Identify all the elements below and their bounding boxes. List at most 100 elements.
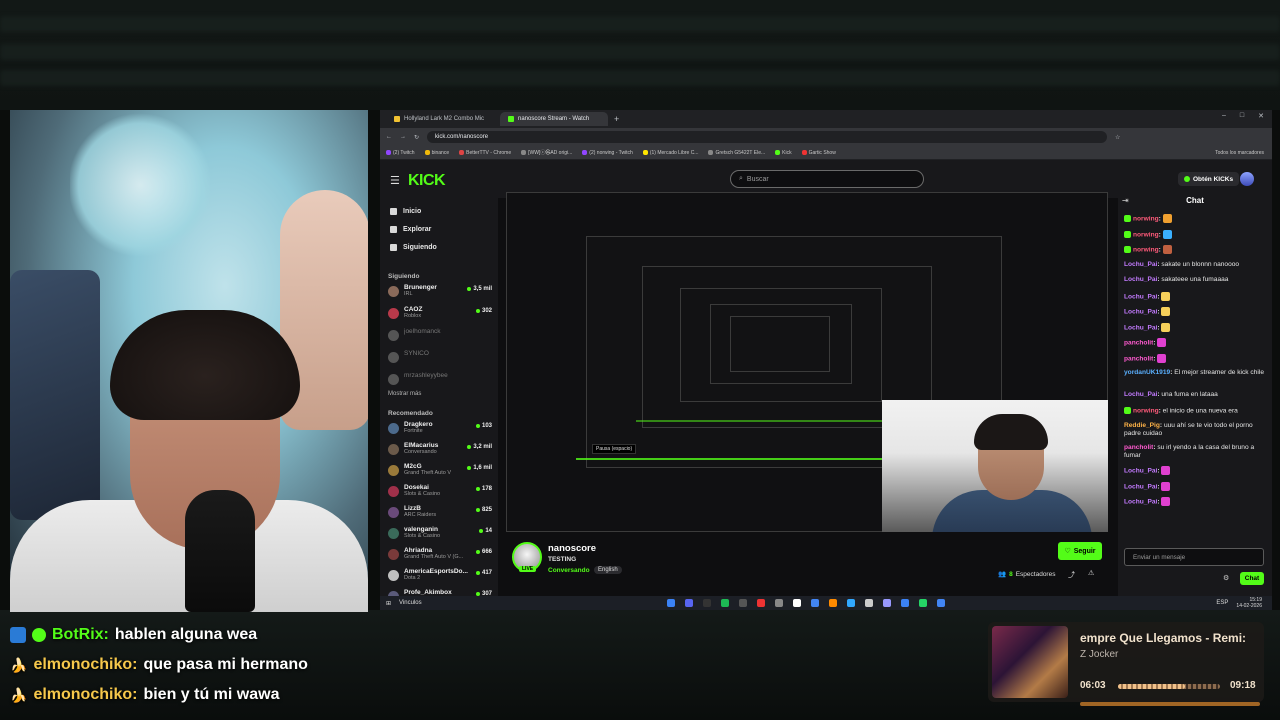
sidebar-channel-item[interactable]: mrzashleyybee xyxy=(388,372,492,390)
tab-hollyland[interactable]: Hollyland Lark M2 Combo Mic xyxy=(386,112,494,126)
bookmark-item-all[interactable]: Todos los marcadores xyxy=(1215,150,1264,156)
kick-logo[interactable]: KICK xyxy=(408,172,446,190)
nav-explore[interactable]: Explorar xyxy=(390,226,431,233)
chat-username[interactable]: Lochu_Pai xyxy=(1124,324,1157,331)
chat-username[interactable]: Lochu_Pai xyxy=(1124,467,1157,474)
stream-category[interactable]: Conversando xyxy=(548,567,590,574)
app-icon[interactable] xyxy=(774,599,783,607)
chat-input[interactable]: Enviar un mensaje xyxy=(1124,548,1264,566)
user-avatar[interactable] xyxy=(1240,172,1254,186)
sidebar-channel-item[interactable]: Dragkero Fortnite 103 xyxy=(388,421,492,439)
reload-icon[interactable]: ↻ xyxy=(414,134,419,141)
bookmark-item[interactable]: (2) norwing - Twitch xyxy=(582,150,633,156)
app-icon[interactable] xyxy=(864,599,873,607)
start-icon[interactable]: ⊞ xyxy=(386,600,391,607)
app-icon[interactable] xyxy=(756,599,765,607)
chat-username[interactable]: norwing xyxy=(1133,215,1159,222)
bookmark-item[interactable]: BetterTTV - Chrome xyxy=(459,150,511,156)
chat-username[interactable]: Lochu_Pai xyxy=(1124,261,1157,268)
bookmark-item[interactable]: [WW]ⓒ㉿AD origi... xyxy=(521,149,572,156)
chat-username[interactable]: Lochu_Pai xyxy=(1124,293,1157,300)
show-more-link[interactable]: Mostrar más xyxy=(388,391,421,397)
sidebar-channel-item[interactable]: Brunenger IRL 3,5 mil xyxy=(388,284,492,302)
chat-username[interactable]: Lochu_Pai xyxy=(1124,276,1157,283)
chat-username[interactable]: Lochu_Pai xyxy=(1124,391,1157,398)
sidebar-channel-item[interactable]: valenganin Slots & Casino 14 xyxy=(388,526,492,544)
close-icon[interactable]: ✕ xyxy=(1258,112,1264,120)
chat-username[interactable]: pancholit xyxy=(1124,444,1153,451)
chat-username[interactable]: yordanUK1919 xyxy=(1124,369,1170,376)
taskbar-clock[interactable]: 15:19 14-02-2026 xyxy=(1236,597,1262,609)
sidebar-channel-item[interactable]: AmericaEsportsDo... Dota 2 417 xyxy=(388,568,492,586)
language-tag[interactable]: English xyxy=(594,566,622,574)
nav-following[interactable]: Siguiendo xyxy=(390,244,437,251)
obs-icon[interactable] xyxy=(702,599,711,607)
report-icon[interactable]: ⚠ xyxy=(1088,569,1094,577)
tab-nanoscore[interactable]: nanoscore Stream - Watch xyxy=(500,112,608,126)
app-icon[interactable] xyxy=(828,599,837,607)
back-icon[interactable]: ← xyxy=(386,134,392,140)
bookmark-item[interactable]: Gretsch G5422T Ele... xyxy=(708,150,765,156)
sidebar-channel-item[interactable]: CAOZ Roblox 302 xyxy=(388,306,492,324)
chat-text: El mejor streamer de kick chile xyxy=(1174,369,1264,376)
url-field[interactable]: kick.com/nanoscore xyxy=(427,131,1108,143)
chat-username[interactable]: Lochu_Pai xyxy=(1124,483,1157,490)
channel-category: Grand Theft Auto V xyxy=(404,470,451,476)
pause-tooltip: Pausa (espacio) xyxy=(592,444,637,454)
app-icon[interactable] xyxy=(738,599,747,607)
follow-button[interactable]: ♡ Seguir xyxy=(1058,542,1102,560)
chat-send-button[interactable]: Chat xyxy=(1240,572,1264,585)
search-input[interactable]: ⌕ Buscar xyxy=(730,170,924,188)
discord-icon[interactable] xyxy=(684,599,693,607)
sidebar-channel-item[interactable]: M2cG Grand Theft Auto V 1,6 mil xyxy=(388,463,492,481)
bookmark-item[interactable]: (1) Mercado Libre C... xyxy=(642,150,698,156)
app-icon[interactable] xyxy=(792,599,801,607)
chrome-icon[interactable] xyxy=(936,599,945,607)
share-icon[interactable]: ⤴ xyxy=(1068,570,1075,580)
chat-username[interactable]: norwing xyxy=(1133,231,1159,238)
sidebar-channel-item[interactable]: joelhomanck xyxy=(388,328,492,346)
bookmark-item[interactable]: Gartic Show xyxy=(801,150,836,156)
chat-username[interactable]: pancholit xyxy=(1124,355,1153,362)
maximize-icon[interactable]: □ xyxy=(1240,112,1244,120)
chat-message: Lochu_Pai: xyxy=(1124,291,1266,301)
spotify-icon[interactable] xyxy=(720,599,729,607)
chat-username[interactable]: norwing xyxy=(1133,407,1159,414)
chat-username[interactable]: Lochu_Pai xyxy=(1124,498,1157,505)
sidebar-channel-item[interactable]: LizzB ARC Raiders 825 xyxy=(388,505,492,523)
steam-icon[interactable] xyxy=(900,599,909,607)
taskbar-language[interactable]: ESP xyxy=(1216,600,1228,606)
minimize-icon[interactable]: – xyxy=(1222,112,1226,120)
nav-home[interactable]: Inicio xyxy=(390,208,421,215)
bookmark-star-icon[interactable]: ☆ xyxy=(1115,134,1120,141)
channel-avatar xyxy=(388,549,399,560)
bookmark-item[interactable]: binance xyxy=(424,150,449,156)
bot-badge-icon xyxy=(10,627,26,643)
steam-icon[interactable] xyxy=(666,599,675,607)
chat-username[interactable]: norwing xyxy=(1133,246,1159,253)
chat-message: Lochu_Pai: xyxy=(1124,322,1266,332)
chat-text: sakate un blonnn nanoooo xyxy=(1161,260,1240,268)
emote-icon xyxy=(1162,214,1172,223)
menu-icon[interactable]: ☰ xyxy=(390,174,400,187)
chat-username[interactable]: pancholit xyxy=(1124,339,1153,346)
sidebar-channel-item[interactable]: ElMacarius Conversando 3,2 mil xyxy=(388,442,492,460)
chat-message: Lochu_Pai: sakateee una fumaaaa xyxy=(1124,276,1229,283)
sidebar-channel-item[interactable]: Ahriadna Grand Theft Auto V (G... 666 xyxy=(388,547,492,565)
chrome-icon[interactable] xyxy=(810,599,819,607)
premiere-icon[interactable] xyxy=(882,599,891,607)
new-tab-icon[interactable]: + xyxy=(614,114,619,124)
chat-settings-icon[interactable]: ⚙ xyxy=(1223,574,1229,582)
bookmark-item[interactable]: Kick xyxy=(775,150,792,156)
address-bar: ← → ↻ kick.com/nanoscore ☆ xyxy=(380,128,1272,146)
chat-username[interactable]: Lochu_Pai xyxy=(1124,308,1157,315)
chat-username[interactable]: Reddie_Pig xyxy=(1124,422,1160,429)
streamer-name[interactable]: nanoscore xyxy=(548,543,596,554)
forward-icon[interactable]: → xyxy=(400,134,406,140)
photoshop-icon[interactable] xyxy=(846,599,855,607)
whatsapp-icon[interactable] xyxy=(918,599,927,607)
bookmark-item[interactable]: (2) Twitch xyxy=(386,150,415,156)
sidebar-channel-item[interactable]: SYNICO xyxy=(388,350,492,368)
get-kicks-button[interactable]: Obtén KICKs xyxy=(1178,172,1240,186)
sidebar-channel-item[interactable]: Dosekai Slots & Casino 178 xyxy=(388,484,492,502)
